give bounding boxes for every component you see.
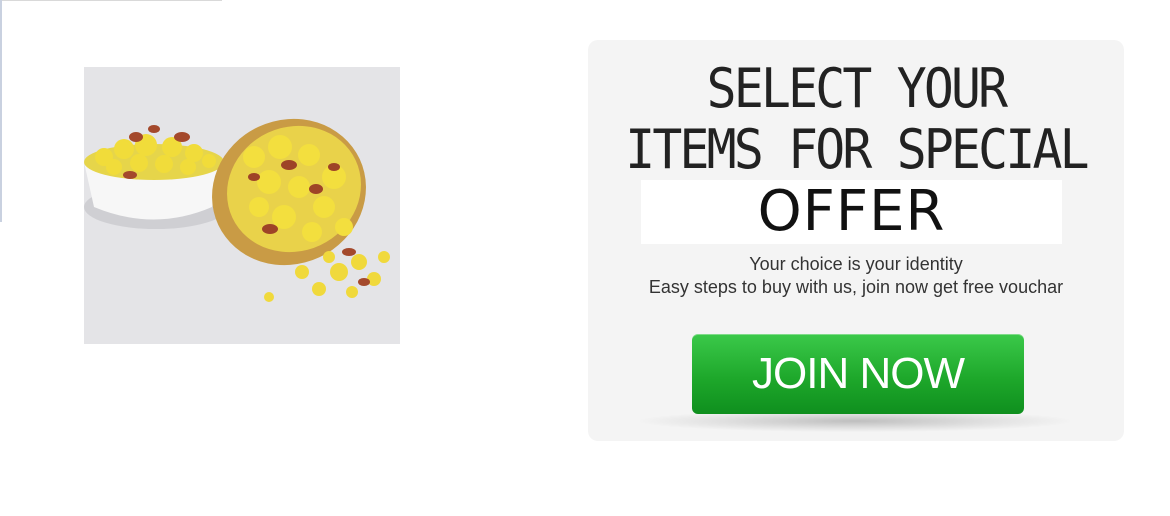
product-image	[84, 67, 400, 344]
snack-bowl-image	[84, 67, 400, 344]
offer-tagline: Your choice is your identity Easy steps …	[588, 253, 1124, 299]
offer-word: OFFER	[757, 179, 946, 244]
headline-line-1: SELECT YOUR	[706, 57, 1008, 120]
join-now-button[interactable]: JOIN NOW	[692, 334, 1024, 414]
tagline-line-2: Easy steps to buy with us, join now get …	[648, 277, 1064, 297]
top-divider	[0, 0, 222, 1]
offer-panel: SELECT YOUR ITEMS FOR SPECIAL OFFER Your…	[588, 40, 1124, 441]
offer-highlight-box: OFFER	[641, 180, 1062, 244]
left-edge-strip	[0, 0, 2, 222]
offer-headline: SELECT YOUR ITEMS FOR SPECIAL	[609, 58, 1102, 180]
tagline-line-1: Your choice is your identity	[749, 254, 963, 274]
headline-line-2: ITEMS FOR SPECIAL	[625, 118, 1089, 181]
